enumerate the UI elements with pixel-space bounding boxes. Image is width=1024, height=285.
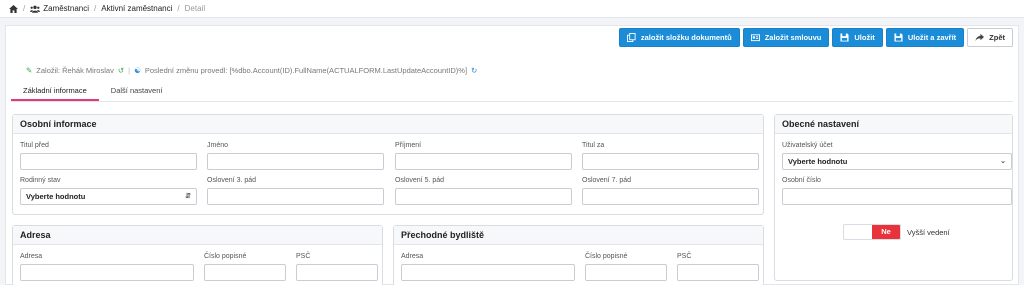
temp-house-number-input[interactable]: [585, 264, 667, 281]
floppy-disk-icon: [894, 33, 903, 42]
user-account-select[interactable]: Vyberte hodnotu ⌄: [782, 153, 1012, 170]
title-after-input[interactable]: [582, 153, 759, 170]
marital-status-label: Rodinný stav: [20, 177, 61, 184]
id-card-icon: [750, 34, 760, 42]
breadcrumb-separator: /: [94, 4, 97, 13]
breadcrumb-active-employees[interactable]: Aktivní zaměstnanci: [101, 4, 172, 13]
salutation3-label: Oslovení 3. pád: [207, 177, 257, 184]
salutation7-input[interactable]: [582, 188, 759, 205]
back-button[interactable]: Zpět: [967, 28, 1013, 47]
first-name-input[interactable]: [207, 153, 384, 170]
home-icon[interactable]: [9, 4, 18, 13]
personal-info-heading: Osobní informace: [13, 115, 763, 134]
senior-management-label: Vyšší vedení: [907, 228, 950, 237]
toolbar: založit složku dokumentů Založit smlouvu…: [618, 28, 1013, 47]
users-icon: [30, 5, 41, 13]
breadcrumb-separator: /: [177, 4, 180, 13]
temp-street-label: Adresa: [401, 253, 424, 260]
marital-status-select[interactable]: Vyberte hodnotu ⇵: [20, 188, 197, 205]
address-heading: Adresa: [13, 226, 382, 245]
title-before-label: Titul před: [20, 142, 49, 149]
salutation3-input[interactable]: [207, 188, 384, 205]
back-label: Zpět: [989, 33, 1005, 42]
first-name-label: Jméno: [207, 142, 229, 149]
create-contract-button[interactable]: Založit smlouvu: [742, 28, 830, 47]
save-label: Uložit: [854, 33, 875, 42]
address-panel: Adresa Adresa Číslo popisné PSČ: [12, 225, 383, 285]
detail-page: založit složku dokumentů Založit smlouvu…: [5, 25, 1019, 285]
breadcrumb-employees-label: Zaměstnanci: [43, 4, 90, 13]
temporary-address-heading: Přechodné bydliště: [394, 226, 763, 245]
save-button[interactable]: Uložit: [832, 28, 883, 47]
breadcrumb-employees[interactable]: Zaměstnanci: [30, 4, 89, 13]
address-street-label: Adresa: [20, 253, 43, 260]
user-account-label: Uživatelský účet: [782, 142, 833, 149]
create-contract-label: Založit smlouvu: [764, 33, 822, 42]
floppy-disk-icon: [840, 33, 849, 42]
save-and-close-label: Uložit a zavřít: [907, 33, 957, 42]
salutation7-label: Oslovení 7. pád: [582, 177, 632, 184]
tab-basic-info[interactable]: Základní informace: [11, 81, 99, 101]
toggle-yes-option[interactable]: ​: [844, 225, 872, 239]
address-house-number-input[interactable]: [204, 264, 286, 281]
temp-zip-label: PSČ: [677, 253, 692, 260]
address-zip-label: PSČ: [296, 253, 311, 260]
breadcrumb: / Zaměstnanci / Aktivní zaměstnanci / De…: [0, 0, 1024, 18]
title-after-label: Titul za: [582, 142, 605, 149]
tab-bar: Základní informace Další nastavení: [11, 71, 1013, 102]
copy-icon: [626, 33, 636, 42]
breadcrumb-detail: Detail: [184, 4, 206, 13]
tab-other-settings[interactable]: Další nastavení: [99, 81, 175, 101]
chevron-down-icon: ⌄: [1000, 158, 1006, 165]
personal-info-panel: Osobní informace Titul před Jméno Příjme…: [12, 114, 764, 215]
personal-number-label: Osobní číslo: [782, 177, 821, 184]
user-account-value: Vyberte hodnotu: [788, 157, 848, 166]
create-folder-label: založit složku dokumentů: [640, 33, 732, 42]
personal-number-input[interactable]: [782, 188, 1012, 205]
temp-house-number-label: Číslo popisné: [585, 253, 628, 260]
general-settings-panel: Obecné nastavení Uživatelský účet Vybert…: [774, 114, 1013, 281]
toggle-no-option[interactable]: Ne: [872, 225, 900, 239]
temporary-address-panel: Přechodné bydliště Adresa Číslo popisné …: [393, 225, 764, 285]
share-arrow-icon: [975, 33, 985, 42]
address-street-input[interactable]: [20, 264, 194, 281]
marital-status-value: Vyberte hodnotu: [26, 192, 86, 201]
address-house-number-label: Číslo popisné: [204, 253, 247, 260]
title-before-input[interactable]: [20, 153, 197, 170]
up-down-icon: ⇵: [185, 193, 191, 200]
breadcrumb-separator: /: [23, 4, 26, 13]
temp-street-input[interactable]: [401, 264, 575, 281]
last-name-input[interactable]: [395, 153, 572, 170]
salutation5-label: Oslovení 5. pád: [395, 177, 445, 184]
senior-management-toggle[interactable]: ​ Ne: [843, 224, 901, 240]
last-name-label: Příjmení: [395, 142, 422, 149]
general-settings-heading: Obecné nastavení: [775, 115, 1012, 134]
address-zip-input[interactable]: [296, 264, 378, 281]
create-folder-button[interactable]: založit složku dokumentů: [618, 28, 740, 47]
salutation5-input[interactable]: [395, 188, 572, 205]
temp-zip-input[interactable]: [677, 264, 759, 281]
save-and-close-button[interactable]: Uložit a zavřít: [885, 28, 965, 47]
